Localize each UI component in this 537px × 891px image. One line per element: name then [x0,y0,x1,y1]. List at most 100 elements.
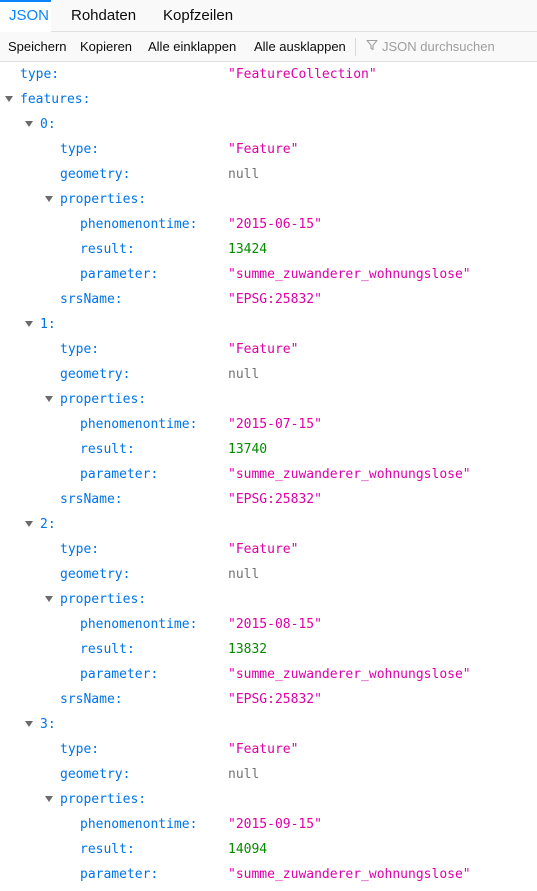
json-key: properties: [60,592,147,607]
chevron-down-icon[interactable] [25,121,33,127]
tree-row[interactable]: type: "Feature" [0,137,537,162]
tree-node-expandable[interactable]: properties: [0,587,537,612]
json-value-string: "Feature" [228,742,299,757]
chevron-down-icon[interactable] [25,521,33,527]
chevron-down-icon[interactable] [45,196,53,202]
json-tree-view: type: "FeatureCollection" features: 0: type:… [0,62,537,891]
chevron-down-icon[interactable] [25,721,33,727]
json-key: type: [60,342,100,357]
json-value-string: "Feature" [228,342,299,357]
tab-json[interactable]: JSON [0,0,51,32]
tab-bar: JSON Rohdaten Kopfzeilen [0,0,537,32]
filter-json-input[interactable]: JSON durchsuchen [366,32,495,61]
collapse-all-button[interactable]: Alle einklappen [148,32,236,61]
filter-icon [366,32,378,61]
json-key: geometry: [60,167,131,182]
json-key: result: [80,242,135,257]
copy-button[interactable]: Kopieren [80,32,132,61]
json-value-string: "summe_zuwanderer_wohnungslose" [228,667,471,682]
json-value-null: null [228,767,260,782]
json-key: type: [60,542,100,557]
json-key: 0: [40,117,56,132]
json-key: phenomenontime: [80,617,198,632]
json-value-string: "EPSG:25832" [228,692,322,707]
json-value-string: "Feature" [228,142,299,157]
tree-node-expandable[interactable]: properties: [0,387,537,412]
tree-row[interactable]: phenomenontime: "2015-09-15" [0,812,537,837]
tree-row[interactable]: srsName: "EPSG:25832" [0,687,537,712]
json-key: type: [60,742,100,757]
chevron-down-icon[interactable] [5,96,13,102]
tree-node-expandable[interactable]: 3: [0,712,537,737]
json-value-string: "2015-08-15" [228,617,322,632]
tree-row[interactable]: srsName: "EPSG:25832" [0,487,537,512]
json-value-string: "EPSG:25832" [228,292,322,307]
toolbar-divider [355,38,356,56]
tree-node-expandable[interactable]: 0: [0,112,537,137]
json-value-string: "Feature" [228,542,299,557]
json-key: result: [80,642,135,657]
tree-row[interactable]: result: 14094 [0,837,537,862]
json-key: srsName: [60,292,123,307]
json-key: phenomenontime: [80,817,198,832]
json-key: properties: [60,392,147,407]
tree-row[interactable]: phenomenontime: "2015-07-15" [0,412,537,437]
json-key: 2: [40,517,56,532]
expand-all-button[interactable]: Alle ausklappen [254,32,346,61]
tree-row[interactable]: parameter: "summe_zuwanderer_wohnungslose… [0,862,537,887]
tree-row[interactable]: geometry: null [0,762,537,787]
json-value-string: "summe_zuwanderer_wohnungslose" [228,467,471,482]
json-value-string: "2015-07-15" [228,417,322,432]
json-value-number: 14094 [228,842,268,857]
tree-row[interactable]: parameter: "summe_zuwanderer_wohnungslose… [0,662,537,687]
tree-row[interactable]: result: 13832 [0,637,537,662]
tree-row[interactable]: parameter: "summe_zuwanderer_wohnungslose… [0,462,537,487]
json-key: geometry: [60,767,131,782]
tree-row[interactable]: geometry: null [0,562,537,587]
tree-row[interactable]: type: "Feature" [0,537,537,562]
chevron-down-icon[interactable] [25,321,33,327]
json-toolbar: Speichern Kopieren Alle einklappen Alle … [0,32,537,62]
json-key: geometry: [60,567,131,582]
chevron-down-icon[interactable] [45,596,53,602]
json-key: srsName: [60,492,123,507]
json-value-string: "FeatureCollection" [228,67,377,82]
json-key: geometry: [60,367,131,382]
tree-node-expandable[interactable]: 1: [0,312,537,337]
json-key: type: [20,67,60,82]
tree-row[interactable]: type: "FeatureCollection" [0,62,537,87]
tree-node-expandable[interactable]: 2: [0,512,537,537]
json-key: type: [60,142,100,157]
tree-node-expandable[interactable]: properties: [0,187,537,212]
tab-headers[interactable]: Kopfzeilen [154,0,242,32]
json-value-null: null [228,367,260,382]
json-value-null: null [228,167,260,182]
chevron-down-icon[interactable] [45,396,53,402]
tree-row[interactable]: result: 13740 [0,437,537,462]
save-button[interactable]: Speichern [8,32,67,61]
tree-row[interactable]: type: "Feature" [0,737,537,762]
json-value-null: null [228,567,260,582]
json-key: srsName: [60,692,123,707]
json-value-string: "summe_zuwanderer_wohnungslose" [228,267,471,282]
tree-row[interactable]: phenomenontime: "2015-06-15" [0,212,537,237]
tree-row[interactable]: type: "Feature" [0,337,537,362]
tree-row[interactable]: parameter: "summe_zuwanderer_wohnungslose… [0,262,537,287]
tree-row[interactable]: geometry: null [0,162,537,187]
tree-row[interactable]: result: 13424 [0,237,537,262]
json-value-string: "summe_zuwanderer_wohnungslose" [228,867,471,882]
json-key: features: [20,92,91,107]
filter-placeholder: JSON durchsuchen [382,39,495,54]
json-key: result: [80,842,135,857]
tab-raw-data[interactable]: Rohdaten [62,0,145,32]
json-value-string: "2015-06-15" [228,217,322,232]
tree-row[interactable]: srsName: "EPSG:25832" [0,287,537,312]
chevron-down-icon[interactable] [45,796,53,802]
json-value-number: 13740 [228,442,268,457]
tree-node-expandable[interactable]: properties: [0,787,537,812]
json-key: result: [80,442,135,457]
tree-node-expandable[interactable]: features: [0,87,537,112]
tree-row[interactable]: phenomenontime: "2015-08-15" [0,612,537,637]
tree-row[interactable]: geometry: null [0,362,537,387]
json-value-number: 13832 [228,642,268,657]
